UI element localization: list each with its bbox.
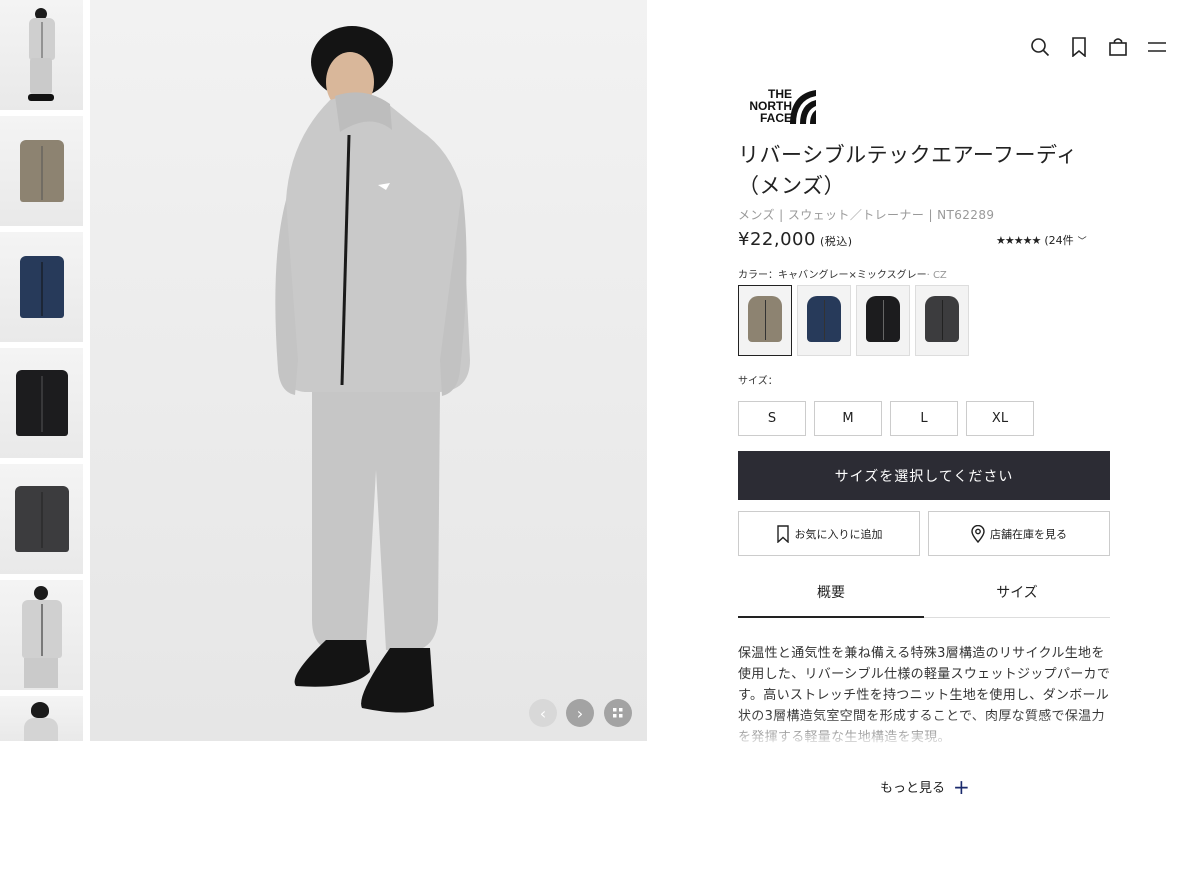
bookmark-button[interactable] [1068, 36, 1090, 58]
search-icon [1031, 38, 1050, 57]
bag-icon [1109, 38, 1127, 56]
show-more-label: もっと見る [880, 781, 946, 796]
brand-line-3: FACE [759, 111, 792, 125]
price-tax-note: (税込) [819, 235, 853, 248]
thumbnail-model-closeup[interactable] [0, 696, 83, 741]
store-stock-label: 店舗在庫を見る [990, 527, 1067, 541]
tab-overview[interactable]: 概要 [738, 575, 924, 618]
thumbnail-charcoal[interactable] [0, 464, 83, 574]
product-tabs: 概要 サイズ [738, 575, 1110, 618]
review-count: (24件 [1044, 234, 1074, 247]
color-label: カラー：キャバングレー×ミックスグレー· CZ [738, 266, 947, 281]
product-price: ¥22,000 (税込) [738, 229, 853, 250]
bookmark-icon [1072, 37, 1086, 57]
brand-logo-mark [788, 88, 818, 124]
size-option-m[interactable]: M [814, 401, 882, 436]
size-option-s[interactable]: S [738, 401, 806, 436]
thumbnail-model-alt[interactable] [0, 580, 83, 690]
color-name: カラー：キャバングレー×ミックスグレー [738, 270, 927, 281]
select-size-button[interactable]: サイズを選択してください [738, 451, 1110, 500]
description-fade [738, 713, 1113, 749]
thumbnail-black[interactable] [0, 348, 83, 458]
add-to-favorites-label: お気に入りに追加 [794, 527, 883, 541]
color-code: · CZ [926, 270, 947, 281]
thumbnail-strip [0, 0, 83, 741]
rating-stars: ★★★★★ [996, 233, 1041, 247]
show-more-button[interactable]: もっと見る + [880, 774, 970, 799]
color-swatches [738, 285, 969, 356]
thumbnail-khaki[interactable] [0, 116, 83, 226]
product-breadcrumb: メンズ | スウェット／トレーナー | NT62289 [738, 208, 995, 222]
color-swatch-navy[interactable] [797, 285, 851, 356]
size-options: S M L XL [738, 401, 1034, 436]
plus-icon: + [953, 774, 970, 799]
thumbnail-navy[interactable] [0, 232, 83, 342]
color-swatch-charcoal[interactable] [915, 285, 969, 356]
store-stock-button[interactable]: 店舗在庫を見る [928, 511, 1110, 556]
product-title: リバーシブルテックエアーフーディ（メンズ） [738, 143, 1078, 198]
grid-icon [613, 708, 623, 718]
size-option-l[interactable]: L [890, 401, 958, 436]
gallery-grid-button[interactable] [604, 699, 632, 727]
location-pin-icon [971, 524, 985, 543]
size-option-xl[interactable]: XL [966, 401, 1034, 436]
gallery-next-button[interactable]: › [566, 699, 594, 727]
main-product-image: ‹ › [90, 0, 647, 741]
price-value: ¥22,000 [738, 229, 816, 250]
menu-icon [1148, 42, 1166, 52]
bag-button[interactable] [1107, 36, 1129, 58]
model-illustration [275, 26, 470, 713]
gallery-prev-button[interactable]: ‹ [529, 699, 557, 727]
color-swatch-khaki[interactable] [738, 285, 792, 356]
tab-size[interactable]: サイズ [924, 575, 1110, 617]
brand-logo[interactable]: THE NORTH FACE [738, 88, 818, 126]
add-to-favorites-button[interactable]: お気に入りに追加 [738, 511, 920, 556]
menu-button[interactable] [1146, 36, 1168, 58]
size-label: サイズ： [738, 376, 778, 387]
bookmark-icon [776, 524, 789, 543]
thumbnail-model-front[interactable] [0, 0, 83, 110]
search-button[interactable] [1029, 36, 1051, 58]
rating-summary[interactable]: ★★★★★ (24件 ﹀ [996, 232, 1087, 248]
chevron-down-icon: ﹀ [1077, 236, 1087, 247]
color-swatch-black[interactable] [856, 285, 910, 356]
